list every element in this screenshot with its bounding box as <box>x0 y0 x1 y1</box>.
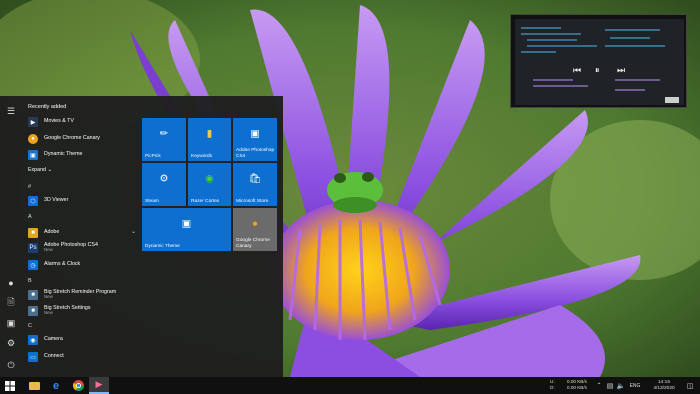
user-avatar-icon[interactable]: ● <box>4 276 18 290</box>
windows-logo-icon <box>5 380 15 391</box>
recent-app-chrome-canary[interactable]: ● Google Chrome Canary <box>28 132 134 146</box>
taskbar-movies-tv[interactable]: ▶ <box>89 377 109 394</box>
tile-chrome-canary[interactable]: ● Google Chrome Canary <box>233 208 277 251</box>
app-alarms-clock[interactable]: ◷ Alarms & Clock <box>28 258 134 272</box>
tile-adobe-photoshop[interactable]: ▣ Adobe Photoshop CS4 <box>233 118 277 161</box>
tile-steam[interactable]: ⚙ Steam <box>142 163 186 206</box>
action-center-icon[interactable]: ◫ <box>684 377 696 394</box>
dynamic-theme-icon: ▣ <box>28 150 38 160</box>
app-camera[interactable]: ◉ Camera <box>28 333 134 347</box>
chrome-canary-icon: ● <box>28 134 38 144</box>
tray-overflow-chevron-up-icon[interactable]: ⌃ <box>594 377 604 394</box>
camera-icon: ◉ <box>28 335 38 345</box>
video-preview: ⏮ ⏸ ⏭ <box>515 19 684 105</box>
power-icon[interactable]: ⏻ <box>4 358 18 372</box>
cube-icon: ⬡ <box>28 196 38 206</box>
recently-added-title: Recently added <box>28 104 67 110</box>
folder-icon <box>28 381 40 390</box>
tile-razer-cortex[interactable]: ◉ Razer Cortex <box>188 163 231 206</box>
tile-picpick[interactable]: ✏ PicPick <box>142 118 186 161</box>
app-adobe-folder[interactable]: ■ Adobe ⌄ <box>28 226 137 240</box>
video-thumbnail-window[interactable]: ⏮ ⏸ ⏭ <box>510 14 687 108</box>
stretch-icon: ■ <box>28 290 38 300</box>
app-adobe-photoshop[interactable]: Ps Adobe Photoshop CS4 New <box>28 241 134 255</box>
hamburger-menu-icon[interactable]: ☰ <box>4 104 18 118</box>
settings-gear-icon[interactable]: ⚙ <box>4 336 18 350</box>
next-track-icon[interactable]: ⏭ <box>617 65 625 76</box>
tile-microsoft-store[interactable]: 🛍 Microsoft Store <box>233 163 277 206</box>
alarm-clock-icon: ◷ <box>28 260 38 270</box>
steam-icon: ⚙ <box>159 173 169 185</box>
connect-icon: ▭ <box>28 352 38 362</box>
app-connect[interactable]: ▭ Connect <box>28 350 134 364</box>
taskbar-file-explorer[interactable] <box>24 377 44 394</box>
expand-button[interactable]: Expand ⌄ <box>28 167 52 173</box>
app-3d-viewer[interactable]: ⬡ 3D Viewer <box>28 194 134 208</box>
code-editor-preview <box>515 19 684 105</box>
app-big-stretch-reminder[interactable]: ■ Big Stretch Reminder Program New <box>28 288 134 302</box>
chevron-down-icon: ⌄ <box>131 229 137 235</box>
stretch-settings-icon: ■ <box>28 306 38 316</box>
group-letter-c[interactable]: C <box>28 323 32 329</box>
pictures-icon[interactable]: ▣ <box>4 316 18 330</box>
chevron-down-icon: ⌄ <box>47 167 52 173</box>
recent-app-movies-tv[interactable]: ▶ Movies & TV <box>28 115 134 129</box>
recent-app-dynamic-theme[interactable]: ▣ Dynamic Theme <box>28 148 134 162</box>
film-icon: ▶ <box>95 379 103 389</box>
previous-track-icon[interactable]: ⏮ <box>573 65 581 76</box>
group-letter-a[interactable]: A <box>28 214 32 220</box>
pause-icon[interactable]: ⏸ <box>595 65 600 76</box>
photoshop-icon: ▣ <box>250 128 260 140</box>
taskbar-edge[interactable]: e <box>46 377 66 394</box>
taskbar-chrome[interactable] <box>68 377 88 394</box>
keywords-icon: ▮ <box>206 128 213 140</box>
edge-icon: e <box>52 379 60 392</box>
group-letter-hash[interactable]: # <box>28 184 31 190</box>
tile-keywords[interactable]: ▮ Keywords <box>188 118 231 161</box>
clock[interactable]: 14:15 4/13/2020 <box>647 377 681 394</box>
volume-icon[interactable]: 🔈 <box>616 377 626 394</box>
group-letter-b[interactable]: B <box>28 278 32 284</box>
razer-icon: ◉ <box>205 173 214 185</box>
taskbar: e ▶ U: D: 0.00 KB/s 0.00 KB/s ⌃ ▤ 🔈 ENG … <box>0 377 700 394</box>
photoshop-icon: Ps <box>28 243 38 253</box>
chrome-icon <box>72 380 84 391</box>
film-icon: ▶ <box>28 117 38 127</box>
start-button[interactable] <box>0 377 20 394</box>
folder-icon: ■ <box>28 228 38 238</box>
app-list: Recently added ▶ Movies & TV ● Google Ch… <box>22 96 137 377</box>
store-icon: 🛍 <box>248 173 262 185</box>
network-icon[interactable]: ▤ <box>605 377 615 394</box>
start-rail: ☰ ● 🗎 ▣ ⚙ ⏻ <box>0 96 22 377</box>
network-meter-values: 0.00 KB/s 0.00 KB/s <box>567 379 587 390</box>
tile-dynamic-theme[interactable]: ▣ Dynamic Theme <box>142 208 231 251</box>
document-icon[interactable]: 🗎 <box>4 296 18 310</box>
language-indicator[interactable]: ENG <box>627 377 643 394</box>
app-big-stretch-settings[interactable]: ■ Big Stretch Settings New <box>28 304 134 318</box>
picpick-icon: ✏ <box>159 128 169 140</box>
start-menu: ☰ ● 🗎 ▣ ⚙ ⏻ Recently added ▶ Movies & TV… <box>0 96 283 377</box>
dynamic-theme-icon: ▣ <box>181 218 192 230</box>
chrome-canary-icon: ● <box>251 218 259 230</box>
network-meter-labels: U: D: <box>550 379 555 390</box>
